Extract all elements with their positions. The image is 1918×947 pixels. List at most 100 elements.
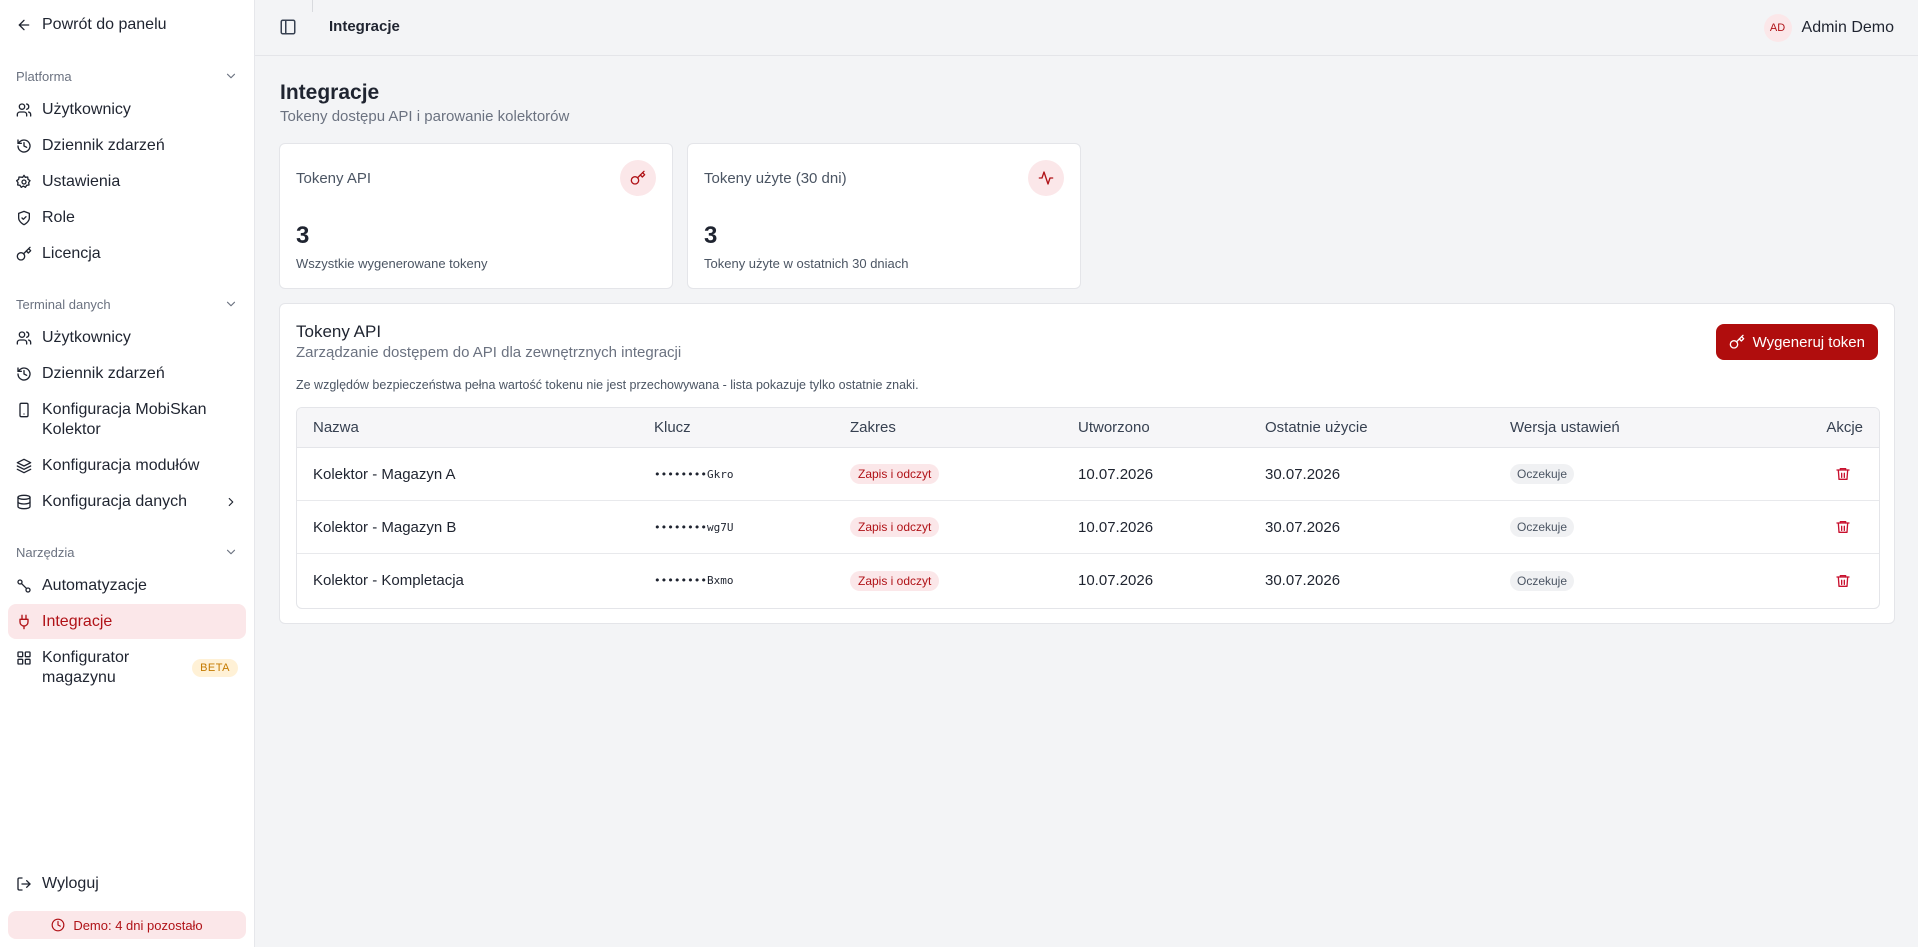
sidebar-item-label: Dziennik zdarzeń	[42, 137, 165, 154]
delete-token-icon[interactable]	[1835, 554, 1851, 607]
chevron-down-icon	[224, 297, 238, 311]
token-key: ••••••••Bxmo	[654, 574, 734, 587]
section-header-terminal-danych[interactable]: Terminal danych	[16, 294, 238, 314]
users-icon	[16, 100, 32, 120]
delete-token-icon[interactable]	[1835, 501, 1851, 553]
history-icon	[16, 364, 32, 384]
column-header-created: Utworzono	[1078, 419, 1150, 436]
page-title: Integracje	[280, 81, 380, 104]
created-date: 10.07.2026	[1078, 518, 1154, 536]
sidebar-item-label: Role	[42, 209, 75, 226]
sidebar-item-data-config[interactable]: Konfiguracja danych	[8, 492, 246, 512]
key-icon	[620, 160, 656, 196]
history-icon	[16, 136, 32, 156]
demo-remaining-label: Demo: 4 dni pozostało	[73, 917, 203, 933]
gear-icon	[16, 172, 32, 192]
avatar: AD	[1763, 14, 1792, 42]
generate-token-button[interactable]: Wygeneruj token	[1715, 324, 1878, 360]
sidebar-item-terminal-event-log[interactable]: Dziennik zdarzeń	[8, 364, 246, 384]
token-name: Kolektor - Kompletacja	[313, 572, 464, 589]
arrow-left-icon	[16, 17, 32, 33]
column-header-name: Nazwa	[313, 419, 359, 436]
security-note: Ze względów bezpieczeństwa pełna wartość…	[296, 378, 919, 392]
shield-check-icon	[16, 208, 32, 228]
stat-description: Wszystkie wygenerowane tokeny	[296, 256, 488, 271]
logout-icon	[16, 876, 32, 892]
sidebar-item-mobiskan-config[interactable]: Konfiguracja MobiSkan Kolektor	[8, 400, 246, 440]
table-row: Kolektor - Kompletacja ••••••••Bxmo Zapi…	[297, 554, 1879, 607]
section-title: Terminal danych	[16, 296, 111, 312]
scope-badge: Zapis i odczyt	[850, 517, 940, 537]
sidebar-item-label: Konfiguracja danych	[42, 493, 187, 510]
table-row: Kolektor - Magazyn B ••••••••wg7U Zapis …	[297, 501, 1879, 554]
back-to-panel-link[interactable]: Powrót do panelu	[16, 16, 167, 34]
column-header-settings-version: Wersja ustawień	[1510, 419, 1620, 436]
sidebar-item-terminal-users[interactable]: Użytkownicy	[8, 328, 246, 348]
key-icon	[16, 244, 32, 264]
stat-card-used-tokens: Tokeny użyte (30 dni) 3 Tokeny użyte w o…	[687, 143, 1081, 289]
sidebar-item-users[interactable]: Użytkownicy	[8, 100, 246, 120]
clock-icon	[51, 918, 65, 932]
back-to-panel-label: Powrót do panelu	[42, 16, 167, 33]
stat-title: Tokeny użyte (30 dni)	[704, 170, 847, 187]
key-icon	[1729, 334, 1745, 350]
table-row: Kolektor - Magazyn A ••••••••Gkro Zapis …	[297, 448, 1879, 501]
column-header-key: Klucz	[654, 419, 691, 436]
database-icon	[16, 492, 32, 512]
api-tokens-panel: Tokeny API Zarządzanie dostępem do API d…	[279, 303, 1895, 624]
sidebar-item-integrations[interactable]: Integracje	[8, 604, 246, 639]
section-title: Narzędzia	[16, 544, 75, 560]
panel-title: Tokeny API	[296, 322, 382, 341]
stat-title: Tokeny API	[296, 170, 372, 187]
tokens-table: Nazwa Klucz Zakres Utworzono Ostatnie uż…	[296, 407, 1880, 609]
column-header-last-used: Ostatnie użycie	[1265, 419, 1368, 436]
topbar-divider	[312, 0, 313, 12]
logout-button[interactable]: Wyloguj	[16, 875, 99, 893]
sidebar-item-label: Integracje	[42, 612, 113, 630]
sidebar-item-modules-config[interactable]: Konfiguracja modułów	[8, 456, 246, 476]
sidebar-item-event-log[interactable]: Dziennik zdarzeń	[8, 136, 246, 156]
generate-token-label: Wygeneruj token	[1752, 333, 1865, 351]
chevron-down-icon	[224, 545, 238, 559]
grid-icon	[16, 648, 32, 668]
logout-label: Wyloguj	[42, 875, 99, 892]
section-header-narzedzia[interactable]: Narzędzia	[16, 542, 238, 562]
sidebar-item-label: Dziennik zdarzeń	[42, 365, 165, 382]
user-menu[interactable]: AD Admin Demo	[1763, 14, 1894, 42]
layers-icon	[16, 456, 32, 476]
last-used-date: 30.07.2026	[1265, 518, 1341, 536]
sidebar-item-label: Ustawienia	[42, 173, 121, 190]
section-header-platforma[interactable]: Platforma	[16, 66, 238, 86]
sidebar-toggle-icon[interactable]	[279, 18, 299, 38]
sidebar-item-label: Konfiguracja MobiSkan Kolektor	[42, 401, 207, 438]
activity-icon	[1028, 160, 1064, 196]
main-content: Integracje AD Admin Demo Integracje Toke…	[255, 0, 1918, 947]
sidebar-item-settings[interactable]: Ustawienia	[8, 172, 246, 192]
sidebar-item-label: Konfiguracja modułów	[42, 457, 200, 474]
chevron-right-icon	[224, 492, 238, 512]
beta-badge: BETA	[192, 659, 238, 677]
sidebar-item-warehouse-configurator[interactable]: Konfigurator magazynu BETA	[8, 648, 246, 688]
sidebar-item-license[interactable]: Licencja	[8, 244, 246, 264]
page-subtitle: Tokeny dostępu API i parowanie kolektoró…	[280, 108, 570, 125]
stat-value: 3	[296, 222, 310, 249]
sidebar-item-roles[interactable]: Role	[8, 208, 246, 228]
token-key: ••••••••wg7U	[654, 520, 734, 534]
users-icon	[16, 328, 32, 348]
panel-subtitle: Zarządzanie dostępem do API dla zewnętrz…	[296, 344, 682, 361]
settings-version-badge: Oczekuje	[1510, 570, 1575, 591]
user-name: Admin Demo	[1801, 19, 1894, 36]
token-name: Kolektor - Magazyn A	[313, 465, 456, 483]
last-used-date: 30.07.2026	[1265, 572, 1341, 589]
plug-icon	[16, 612, 32, 632]
created-date: 10.07.2026	[1078, 465, 1154, 483]
column-header-scope: Zakres	[850, 419, 896, 436]
scope-badge: Zapis i odczyt	[850, 570, 940, 591]
created-date: 10.07.2026	[1078, 572, 1154, 589]
settings-version-badge: Oczekuje	[1510, 517, 1575, 537]
delete-token-icon[interactable]	[1835, 448, 1851, 500]
sidebar-item-automations[interactable]: Automatyzacje	[8, 576, 246, 596]
sidebar: Powrót do panelu Platforma Użytkownicy D…	[0, 0, 255, 947]
sidebar-item-label: Automatyzacje	[42, 577, 147, 594]
sidebar-item-label: Użytkownicy	[42, 329, 131, 346]
